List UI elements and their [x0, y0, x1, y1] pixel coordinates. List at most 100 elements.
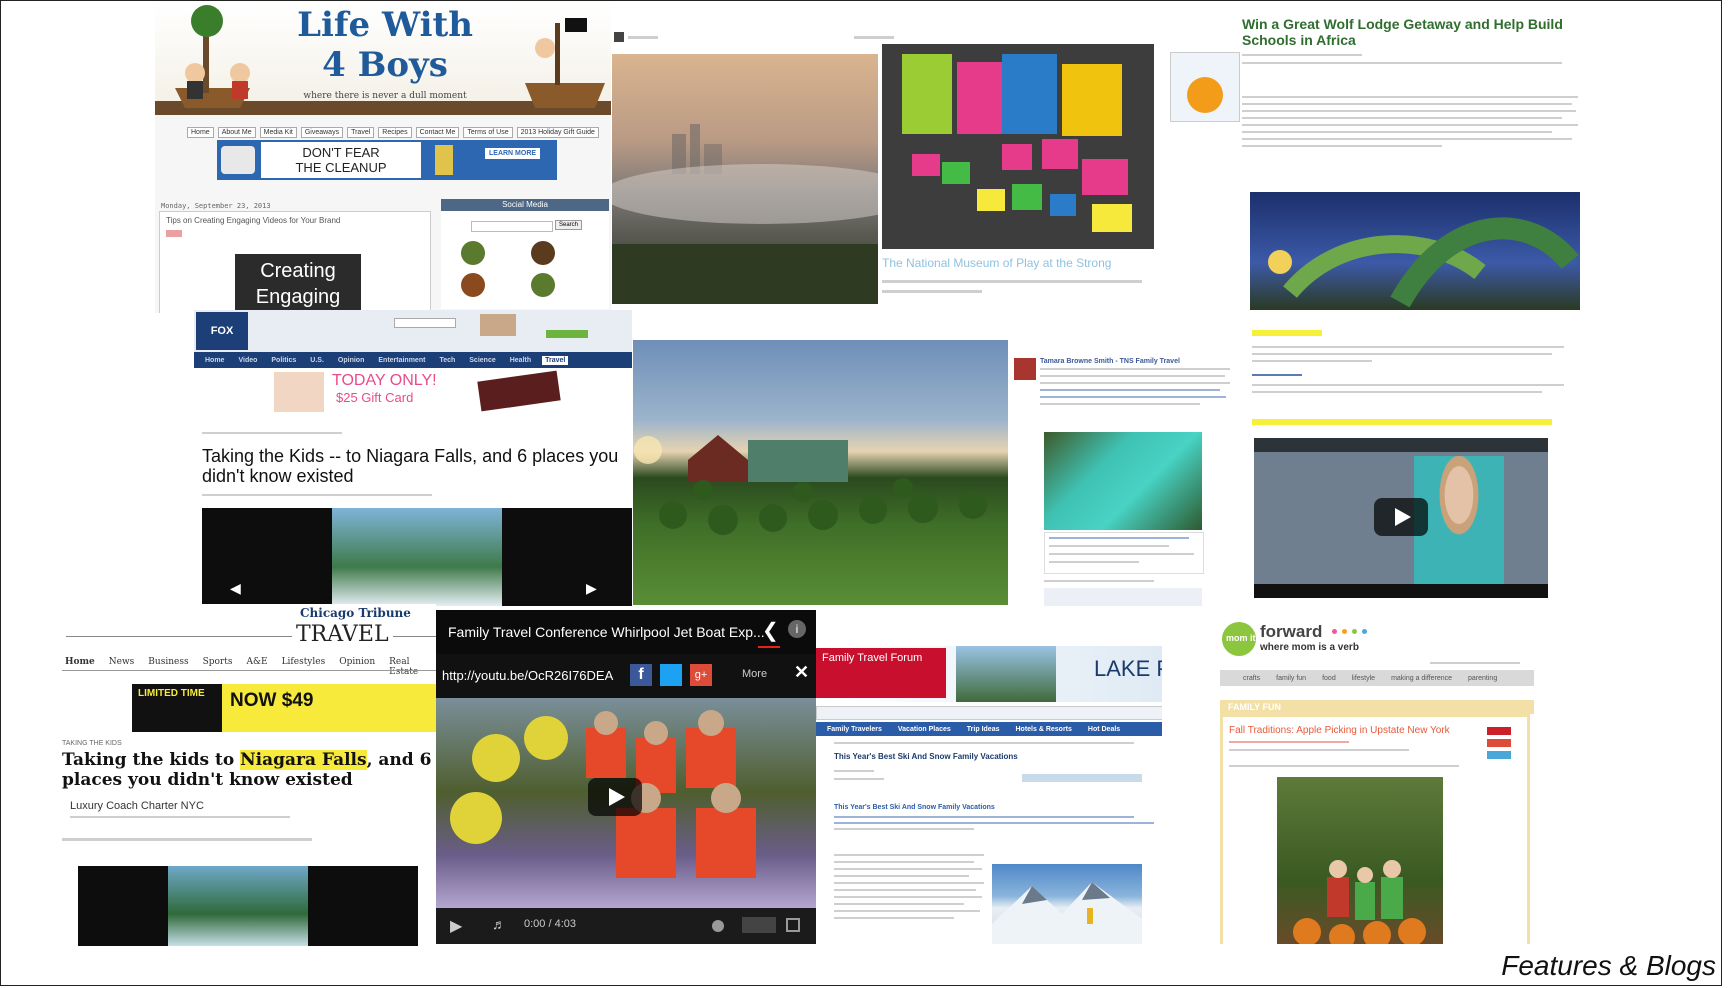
fox-nav-item[interactable]: Travel	[542, 355, 569, 365]
fox-news-logo[interactable]: FOX NEWS	[196, 312, 248, 375]
tribune-masthead[interactable]: Chicago Tribune	[300, 606, 411, 620]
nav-item[interactable]: Recipes	[378, 127, 412, 138]
prev-arrow-icon[interactable]: ◀	[230, 580, 241, 597]
close-share-icon[interactable]: ✕	[794, 662, 809, 683]
pinterest-button[interactable]	[1487, 727, 1511, 735]
fox-nav-item[interactable]: U.S.	[307, 356, 327, 365]
apple-picking-photo	[1277, 777, 1443, 944]
fox-search-input[interactable]	[394, 318, 456, 328]
tribune-nav-item[interactable]: Sports	[199, 656, 236, 678]
tribune-nav-item[interactable]: Business	[145, 656, 192, 678]
ftf-share-bar[interactable]	[1022, 774, 1142, 782]
fox-nav-item[interactable]: Entertainment	[375, 356, 428, 365]
tribune-nav-item[interactable]: Home	[62, 656, 98, 678]
play-icon[interactable]: ▶	[450, 916, 462, 936]
fox-promo-button[interactable]	[546, 330, 588, 338]
tweet-button[interactable]	[1487, 751, 1511, 759]
post-author-name[interactable]: Tamara Browne Smith - TNS Family Travel	[1040, 358, 1180, 365]
google-button[interactable]	[1487, 739, 1511, 747]
nav-item[interactable]: About Me	[217, 127, 256, 138]
facebook-share-icon[interactable]: f	[630, 664, 652, 686]
niagara-river-photo[interactable]	[1044, 432, 1202, 530]
fox-nav-item[interactable]: Science	[466, 356, 498, 365]
fox-video-player[interactable]: ◀ ▶	[202, 508, 632, 606]
mif-nav-item[interactable]: lifestyle	[1349, 674, 1378, 683]
share-buttons[interactable]	[62, 834, 312, 844]
mif-nav-item[interactable]: parenting	[1465, 674, 1500, 683]
twitter-share-icon[interactable]	[660, 664, 682, 686]
video-play-button[interactable]	[588, 778, 642, 816]
video-controls[interactable]	[1254, 584, 1548, 598]
info-icon[interactable]: i	[788, 620, 806, 638]
nav-item[interactable]: Terms of Use	[463, 127, 513, 138]
settings-icon[interactable]	[712, 920, 724, 932]
youtube-logo-icon[interactable]	[742, 917, 776, 933]
ftf-search-bar[interactable]	[816, 706, 1162, 720]
fox-ad-banner[interactable]: TODAY ONLY! $25 Gift Card	[274, 370, 564, 412]
youtube-jet-boat-video[interactable]: Family Travel Conference Whirlpool Jet B…	[436, 610, 816, 944]
tribune-video[interactable]	[78, 866, 418, 946]
fox-nav-item[interactable]: Politics	[268, 356, 299, 365]
ftf-breadcrumbs	[834, 742, 1134, 744]
ftf-nav-item[interactable]: Family Travelers	[824, 725, 885, 734]
rss-icon[interactable]	[461, 241, 485, 265]
share-panel: http://youtu.be/OcR26I76DEA f g+ More ✕	[436, 654, 816, 698]
mif-logo-word[interactable]: forward	[1260, 622, 1322, 642]
ad-learn-more-button[interactable]: LEARN MORE	[485, 148, 541, 159]
ftf-lake-ad[interactable]: LAKE P	[1094, 656, 1162, 682]
tribune-nav-item[interactable]: A&E	[243, 656, 271, 678]
google-plus-share-icon[interactable]: g+	[690, 664, 712, 686]
mif-nav-item[interactable]: family fun	[1273, 674, 1309, 683]
youtube-embed-interview[interactable]	[1254, 438, 1548, 598]
tribune-nav-item[interactable]: Opinion	[336, 656, 379, 678]
museum-caption-title[interactable]: The National Museum of Play at the Stron…	[882, 256, 1111, 270]
ad-text-link[interactable]: Luxury Coach Charter NYC	[70, 800, 204, 812]
fox-nav-item[interactable]: Video	[235, 356, 260, 365]
link-preview-box[interactable]	[1044, 532, 1204, 574]
more-share-button[interactable]: More	[742, 668, 767, 680]
tribune-nav-item[interactable]: News	[105, 656, 138, 678]
ftf-rating-stars[interactable]	[834, 768, 884, 786]
ftf-nav-item[interactable]: Trip Ideas	[964, 725, 1003, 734]
mif-headline[interactable]: Fall Traditions: Apple Picking in Upstat…	[1229, 725, 1450, 736]
fox-nav-item[interactable]: Home	[202, 356, 227, 365]
ftf-nav-item[interactable]: Hot Deals	[1085, 725, 1123, 734]
nav-item[interactable]: Home	[187, 127, 214, 138]
nav-item[interactable]: 2013 Holiday Gift Guide	[516, 127, 599, 138]
tribune-nav-item[interactable]: Lifestyles	[278, 656, 329, 678]
ftf-logo[interactable]: Family Travel Forum	[816, 648, 946, 698]
nav-item[interactable]: Travel	[347, 127, 375, 138]
video-control-bar[interactable]: ▶ ♬ 0:00 / 4:03	[436, 908, 816, 944]
fullscreen-icon[interactable]	[786, 918, 800, 932]
gwl-headline[interactable]: Win a Great Wolf Lodge Getaway and Help …	[1242, 16, 1582, 48]
mif-nav-item[interactable]: food	[1319, 674, 1339, 683]
nav-item[interactable]: Giveaways	[300, 127, 344, 138]
video-thumb[interactable]: Creating Engaging	[235, 254, 361, 313]
ftf-nav-item[interactable]: Vacation Places	[895, 725, 954, 734]
mif-nav-item[interactable]: making a difference	[1388, 674, 1455, 683]
fox-nav-item[interactable]: Health	[507, 356, 534, 365]
share-icon[interactable]: ❮	[762, 618, 779, 643]
ad-logo	[221, 146, 255, 174]
nav-item[interactable]: Media Kit	[259, 127, 297, 138]
search-button[interactable]: Search	[555, 220, 583, 230]
tribune-nav-item[interactable]: Real Estate	[386, 656, 436, 678]
mif-nav-item[interactable]: crafts	[1240, 674, 1263, 683]
search-input[interactable]	[471, 221, 553, 232]
post-title[interactable]: Tips on Creating Engaging Videos for You…	[166, 216, 340, 225]
ftf-nav-item[interactable]: Hotels & Resorts	[1012, 725, 1074, 734]
fox-nav-item[interactable]: Tech	[436, 356, 458, 365]
twitter-icon[interactable]	[531, 273, 555, 297]
fox-nav-item[interactable]: Opinion	[335, 356, 367, 365]
nav-item[interactable]: Contact Me	[415, 127, 460, 138]
cleanup-ad[interactable]: DON'T FEAR THE CLEANUP LEARN MORE	[217, 140, 557, 180]
share-url-field[interactable]: http://youtu.be/OcR26I76DEA	[442, 668, 613, 683]
video-title[interactable]: Family Travel Conference Whirlpool Jet B…	[448, 624, 765, 640]
volume-icon[interactable]: ♬	[492, 916, 506, 932]
email-icon[interactable]	[531, 241, 555, 265]
next-arrow-icon[interactable]: ▶	[586, 580, 597, 597]
video-play-button[interactable]	[1374, 498, 1428, 536]
samsung-ad[interactable]: LIMITED TIME NOW $49	[132, 684, 436, 732]
facebook-icon[interactable]	[461, 273, 485, 297]
mif-logo-circle[interactable]: mom it	[1222, 622, 1256, 656]
